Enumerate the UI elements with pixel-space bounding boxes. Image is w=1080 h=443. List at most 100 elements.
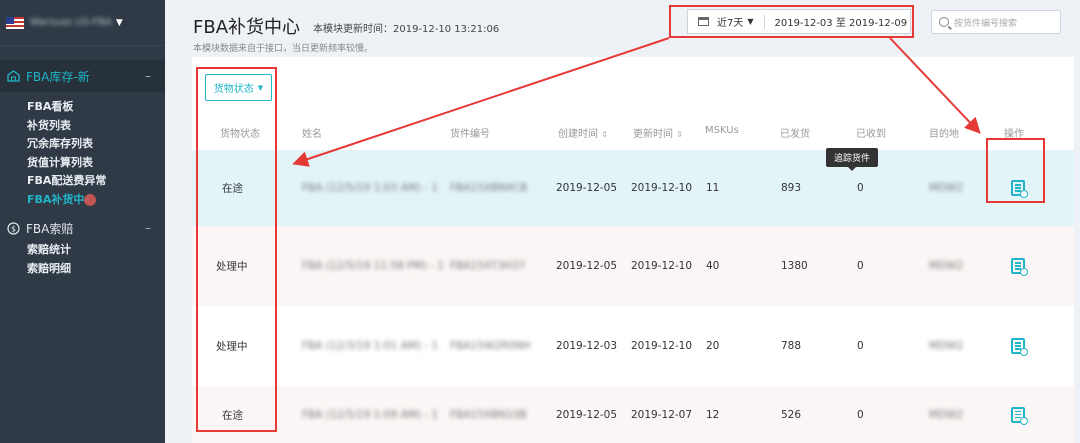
sidebar-item-claim-details[interactable]: 索赔明细 (0, 260, 165, 279)
sidebar: Warsvas US-FBA ▼ FBA库存-新 – FBA看板 补货列表 冗余… (0, 0, 165, 443)
updated-cell: 2019-12-10 (631, 260, 693, 272)
mskus-cell: 20 (706, 340, 720, 352)
received-cell: 0 (857, 340, 864, 352)
sidebar-item-replenish-list[interactable]: 补货列表 (0, 117, 165, 136)
warehouse-icon (6, 69, 20, 83)
cursor-indicator (84, 193, 96, 206)
created-cell: 2019-12-05 (556, 260, 618, 272)
destination-cell: MDW2 (929, 408, 964, 421)
updated-cell: 2019-12-07 (631, 408, 693, 421)
collapse-icon[interactable]: – (145, 69, 151, 83)
date-preset-select[interactable]: 近7天 (717, 14, 743, 29)
created-cell: 2019-12-03 (556, 340, 618, 352)
column-header-mskus: MSKUs (705, 125, 739, 136)
status-cell: 处理中 (216, 340, 248, 353)
status-cell: 在途 (222, 409, 243, 421)
mskus-cell: 40 (706, 260, 720, 272)
name-cell: FBA (12/5/19 1:03 AM) - 1 (302, 182, 439, 194)
destination-cell: MDW2 (929, 182, 964, 194)
shipped-cell: 1380 (781, 260, 808, 272)
data-source-note: 本模块数据来自于接口，当日更新频率较慢。 (193, 44, 374, 54)
destination-cell: MDW2 (929, 260, 964, 272)
sidebar-item-fba-dashboard[interactable]: FBA看板 (0, 98, 165, 117)
status-cell: 在途 (222, 182, 243, 195)
updated-cell: 2019-12-10 (631, 340, 693, 352)
column-header-label: 更新时间 (633, 129, 673, 140)
divider (763, 14, 765, 29)
name-cell: FBA (12/3/19 1:01 AM) - 1 (302, 340, 439, 352)
column-header-actions: 操作 (1004, 129, 1024, 140)
dollar-circle-icon: $ (6, 221, 20, 235)
table-header: 货物状态 姓名 货件编号 创建时间 ⇕ 更新时间 ⇕ MSKUs 已发货 已收到… (192, 117, 1074, 150)
shipped-cell: 788 (781, 340, 802, 352)
date-range-filter[interactable]: 近7天 ▼ 2019-12-03 至 2019-12-09 (687, 9, 911, 34)
sidebar-item-fee-exception[interactable]: FBA配送费异常 (0, 172, 165, 191)
sidebar-item-replenish-center[interactable]: FBA补货中心 (0, 191, 165, 210)
column-header-shipped: 已发货 (780, 129, 810, 140)
mskus-cell: 11 (706, 182, 720, 194)
track-shipment-tooltip: 追踪货件 (826, 148, 878, 171)
name-cell: FBA (12/5/19 11:58 PM) - 1 (302, 260, 444, 272)
caret-down-icon: ▼ (257, 83, 264, 92)
date-range-value[interactable]: 2019-12-03 至 2019-12-09 (775, 14, 908, 29)
table-row[interactable]: 处理中 FBA (12/5/19 11:58 PM) - 1 FBA15XT3H… (192, 226, 1074, 306)
store-name: Warsvas US-FBA (30, 17, 112, 28)
track-shipment-icon[interactable] (1011, 180, 1028, 198)
column-header-created[interactable]: 创建时间 ⇕ (558, 125, 608, 140)
sidebar-group-fba-inventory[interactable]: FBA库存-新 – (0, 60, 165, 92)
column-header-label: 创建时间 (558, 129, 598, 140)
column-header-received: 已收到 (856, 129, 886, 140)
status-filter-dropdown[interactable]: 货物状态 ▼ (205, 74, 272, 101)
sidebar-group-fba-claims[interactable]: $ FBA索赔 – (0, 217, 165, 239)
shipment-id-cell[interactable]: FBA15W2R0NH (450, 340, 531, 352)
calendar-icon (698, 17, 709, 26)
shipment-id-cell[interactable]: FBA15XBN10B (450, 409, 527, 421)
column-header-status: 货物状态 (220, 129, 260, 140)
search-icon (939, 17, 949, 27)
created-cell: 2019-12-05 (556, 182, 618, 194)
caret-down-icon: ▼ (115, 17, 123, 28)
caret-down-icon: ▼ (747, 17, 754, 26)
column-header-shipment-id: 货件编号 (450, 129, 490, 140)
received-cell: 0 (857, 182, 864, 194)
column-header-updated[interactable]: 更新时间 ⇕ (633, 125, 683, 140)
track-shipment-icon[interactable] (1011, 338, 1028, 356)
sidebar-item-excess-inventory[interactable]: 冗余库存列表 (0, 135, 165, 154)
table-row[interactable]: 处理中 FBA (12/3/19 1:01 AM) - 1 FBA15W2R0N… (192, 306, 1074, 386)
sidebar-item-claim-stats[interactable]: 索赔统计 (0, 241, 165, 260)
track-shipment-icon[interactable] (1011, 258, 1028, 276)
search-placeholder: 按货件编号搜索 (954, 18, 1018, 29)
created-cell: 2019-12-05 (556, 408, 618, 421)
shipped-cell: 526 (781, 408, 802, 421)
received-cell: 0 (857, 260, 864, 272)
sidebar-group-label: FBA索赔 (26, 221, 74, 236)
sidebar-item-value-calc[interactable]: 货值计算列表 (0, 154, 165, 173)
shipment-id-cell[interactable]: FBA15XBN4CB (450, 182, 527, 194)
page-title: FBA补货中心 (193, 17, 301, 38)
mskus-cell: 12 (706, 408, 720, 421)
update-time: 本模块更新时间：2019-12-10 13:21:06 (313, 24, 500, 35)
column-header-destination: 目的地 (929, 129, 959, 140)
updated-cell: 2019-12-10 (631, 182, 693, 194)
collapse-icon[interactable]: – (145, 221, 151, 235)
shipped-cell: 893 (781, 182, 802, 194)
track-shipment-icon[interactable] (1011, 406, 1028, 425)
search-input[interactable]: 按货件编号搜索 (931, 10, 1061, 34)
us-flag-icon (6, 16, 24, 29)
store-selector[interactable]: Warsvas US-FBA ▼ (0, 0, 165, 46)
main-content: FBA补货中心 本模块更新时间：2019-12-10 13:21:06 本模块数… (165, 0, 1080, 443)
sidebar-group-label: FBA库存-新 (26, 69, 90, 84)
table-row[interactable]: 在途 FBA (12/5/19 1:09 AM) - 1 FBA15XBN10B… (192, 386, 1074, 443)
sort-icon: ⇕ (676, 130, 683, 139)
status-cell: 处理中 (216, 260, 248, 273)
sort-icon: ⇕ (601, 130, 608, 139)
svg-text:$: $ (10, 224, 15, 233)
shipment-id-cell[interactable]: FBA15XT3H37 (450, 260, 525, 272)
column-header-name: 姓名 (302, 129, 322, 140)
destination-cell: MDW2 (929, 340, 964, 352)
table-row[interactable]: 在途 FBA (12/5/19 1:03 AM) - 1 FBA15XBN4CB… (192, 150, 1074, 226)
status-filter-label: 货物状态 (213, 84, 254, 95)
shipments-panel: 货物状态 ▼ 货物状态 姓名 货件编号 创建时间 ⇕ 更新时间 ⇕ MSKUs … (192, 57, 1074, 443)
name-cell: FBA (12/5/19 1:09 AM) - 1 (302, 408, 439, 421)
received-cell: 0 (857, 408, 864, 421)
